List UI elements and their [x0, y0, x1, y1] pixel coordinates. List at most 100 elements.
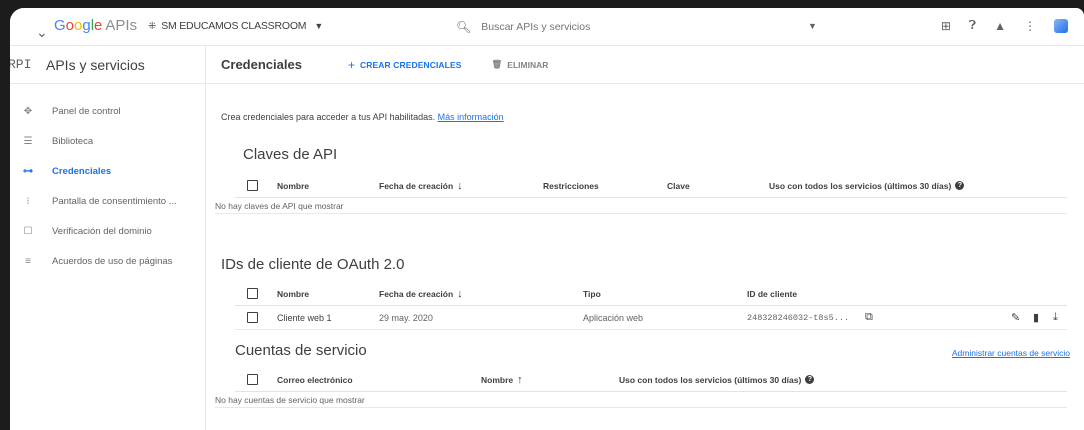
sidebar: RPI APIs y servicios ✥ Panel de control … — [10, 46, 206, 430]
column-header-label: Nombre — [481, 374, 514, 385]
sidebar-item-dashboard[interactable]: ✥ Panel de control — [10, 96, 206, 126]
table-header: Correo electrónico Nombre ↑ Uso con todo… — [235, 368, 1067, 392]
key-icon: ⊶ — [23, 165, 33, 177]
client-date: 29 may. 2020 — [379, 312, 433, 323]
chevron-down-icon: ▼ — [314, 21, 324, 31]
dashboard-icon: ✥ — [23, 105, 33, 117]
table-header: Nombre Fecha de creación ↓ Tipo ID de cl… — [235, 282, 1067, 306]
select-all-checkbox[interactable] — [247, 288, 258, 299]
copy-icon[interactable]: ⧉ — [865, 306, 873, 329]
client-id: 248328246032-t8s5... — [747, 312, 850, 323]
table-header: Nombre Fecha de creación ↓ Restricciones… — [235, 174, 1067, 198]
column-header-label: Uso con todos los servicios (últimos 30 … — [769, 180, 952, 191]
logo-suffix: APIs — [105, 17, 138, 34]
column-header[interactable]: Correo electrónico — [277, 368, 353, 391]
sidebar-title: APIs y servicios — [46, 56, 145, 73]
column-header-date[interactable]: Fecha de creación ↓ — [379, 174, 463, 197]
download-icon[interactable]: ⤓ — [1053, 306, 1058, 329]
logo-letter: G — [54, 17, 66, 34]
gift-icon[interactable]: ⊞ — [941, 19, 951, 33]
search-bar[interactable]: 🔍︎ ▼ — [456, 16, 817, 38]
menu-icon[interactable]: ⌄ — [36, 24, 48, 41]
column-header-usage[interactable]: Uso con todos los servicios (últimos 30 … — [769, 174, 965, 197]
api-keys-table: Nombre Fecha de creación ↓ Restricciones… — [215, 174, 1067, 214]
learn-more-link[interactable]: Más información — [438, 112, 504, 122]
intro-sentence: Crea credenciales para acceder a tus API… — [221, 112, 436, 122]
column-header-label: Uso con todos los servicios (últimos 30 … — [619, 374, 802, 385]
column-header[interactable]: ID de cliente — [747, 282, 797, 305]
sidebar-item-label: Acuerdos de uso de páginas — [52, 255, 173, 267]
service-accounts-title: Cuentas de servicio — [235, 342, 367, 359]
search-icon: 🔍︎ — [456, 20, 472, 34]
sidebar-header: RPI APIs y servicios — [10, 46, 206, 84]
sidebar-item-agreements[interactable]: ≡ Acuerdos de uso de páginas — [10, 246, 206, 276]
manage-service-accounts-link[interactable]: Administrar cuentas de servicio — [952, 348, 1070, 358]
page-title: Credenciales — [221, 57, 302, 72]
create-credentials-label: CREAR CREDENCIALES — [360, 59, 462, 70]
column-header-label: Fecha de creación — [379, 180, 454, 191]
sidebar-nav: ✥ Panel de control ☰ Biblioteca ⊶ Creden… — [10, 96, 206, 276]
sidebar-item-library[interactable]: ☰ Biblioteca — [10, 126, 206, 156]
sidebar-item-label: Credenciales — [52, 165, 112, 177]
row-checkbox[interactable] — [247, 312, 258, 323]
edit-icon[interactable]: ✎ — [1011, 306, 1020, 329]
main-content: Credenciales + CREAR CREDENCIALES 🗑︎ ELI… — [207, 46, 1084, 430]
search-input[interactable] — [481, 21, 722, 33]
trash-icon[interactable]: ▮ — [1033, 306, 1039, 329]
google-apis-logo[interactable]: Google APIs — [54, 17, 137, 34]
select-all-checkbox[interactable] — [247, 374, 258, 385]
top-bar: ⌄ Google APIs ⁜ SM EDUCAMOS CLASSROOM ▼ 🔍… — [10, 8, 1084, 46]
column-header[interactable]: Tipo — [583, 282, 601, 305]
page-header: Credenciales + CREAR CREDENCIALES 🗑︎ ELI… — [207, 46, 1084, 84]
arrow-down-icon: ↓ — [457, 287, 463, 300]
chevron-down-icon[interactable]: ▼ — [808, 21, 817, 31]
table-row[interactable]: Cliente web 1 29 may. 2020 Aplicación we… — [235, 306, 1067, 330]
app-window: ⌄ Google APIs ⁜ SM EDUCAMOS CLASSROOM ▼ 🔍… — [10, 8, 1084, 430]
account-avatar[interactable] — [1054, 18, 1068, 33]
help-icon[interactable]: ? — [955, 181, 965, 190]
oauth-title: IDs de cliente de OAuth 2.0 — [221, 256, 405, 273]
arrow-up-icon: ↑ — [517, 373, 523, 386]
project-selector[interactable]: ⁜ SM EDUCAMOS CLASSROOM ▼ — [148, 20, 323, 32]
domain-icon: ☐ — [23, 225, 33, 237]
bell-icon[interactable]: ▲ — [994, 19, 1006, 33]
delete-button[interactable]: 🗑︎ ELIMINAR — [492, 59, 549, 70]
service-accounts-table: Correo electrónico Nombre ↑ Uso con todo… — [215, 368, 1067, 408]
logo-letter: o — [65, 17, 75, 34]
client-type: Aplicación web — [583, 312, 644, 323]
more-icon[interactable]: ⋮ — [1024, 19, 1036, 33]
sidebar-item-domain[interactable]: ☐ Verificación del dominio — [10, 216, 206, 246]
column-header-name[interactable]: Nombre ↑ — [481, 368, 523, 391]
trash-icon: 🗑︎ — [491, 59, 503, 69]
plus-icon: + — [347, 57, 356, 72]
delete-label: ELIMINAR — [507, 59, 549, 70]
column-header-usage[interactable]: Uso con todos los servicios (últimos 30 … — [619, 368, 815, 391]
logo-letter: g — [82, 17, 91, 34]
column-header[interactable]: Nombre — [277, 282, 309, 305]
column-header-label: Fecha de creación — [379, 288, 454, 299]
column-header[interactable]: Clave — [667, 174, 690, 197]
sidebar-item-label: Verificación del dominio — [52, 225, 152, 237]
column-header[interactable]: Restricciones — [543, 174, 599, 197]
sidebar-item-consent[interactable]: ⁝ Pantalla de consentimiento ... — [10, 186, 206, 216]
consent-icon: ⁝ — [26, 195, 30, 207]
column-header-date[interactable]: Fecha de creación ↓ — [379, 282, 463, 305]
library-icon: ☰ — [23, 135, 33, 147]
sidebar-item-label: Biblioteca — [52, 135, 94, 147]
service-accounts-empty-message: No hay cuentas de servicio que mostrar — [215, 392, 1067, 408]
create-credentials-button[interactable]: + CREAR CREDENCIALES — [348, 58, 462, 72]
sidebar-item-credentials[interactable]: ⊶ Credenciales — [10, 156, 206, 186]
client-name[interactable]: Cliente web 1 — [277, 306, 332, 329]
arrow-down-icon: ↓ — [457, 179, 463, 192]
help-icon[interactable]: ❓︎ — [969, 18, 976, 33]
sidebar-item-label: Pantalla de consentimiento ... — [52, 195, 177, 207]
project-icon: ⁜ — [148, 20, 157, 32]
api-badge: RPI — [10, 57, 32, 72]
oauth-table: Nombre Fecha de creación ↓ Tipo ID de cl… — [235, 282, 1067, 330]
column-header[interactable]: Nombre — [277, 174, 309, 197]
sidebar-item-label: Panel de control — [52, 105, 121, 117]
select-all-checkbox[interactable] — [247, 180, 258, 191]
help-icon[interactable]: ? — [805, 375, 815, 384]
top-bar-actions: ⊞ ❓︎ ▲ ⋮ — [941, 18, 1068, 33]
project-name: SM EDUCAMOS CLASSROOM — [161, 20, 307, 32]
